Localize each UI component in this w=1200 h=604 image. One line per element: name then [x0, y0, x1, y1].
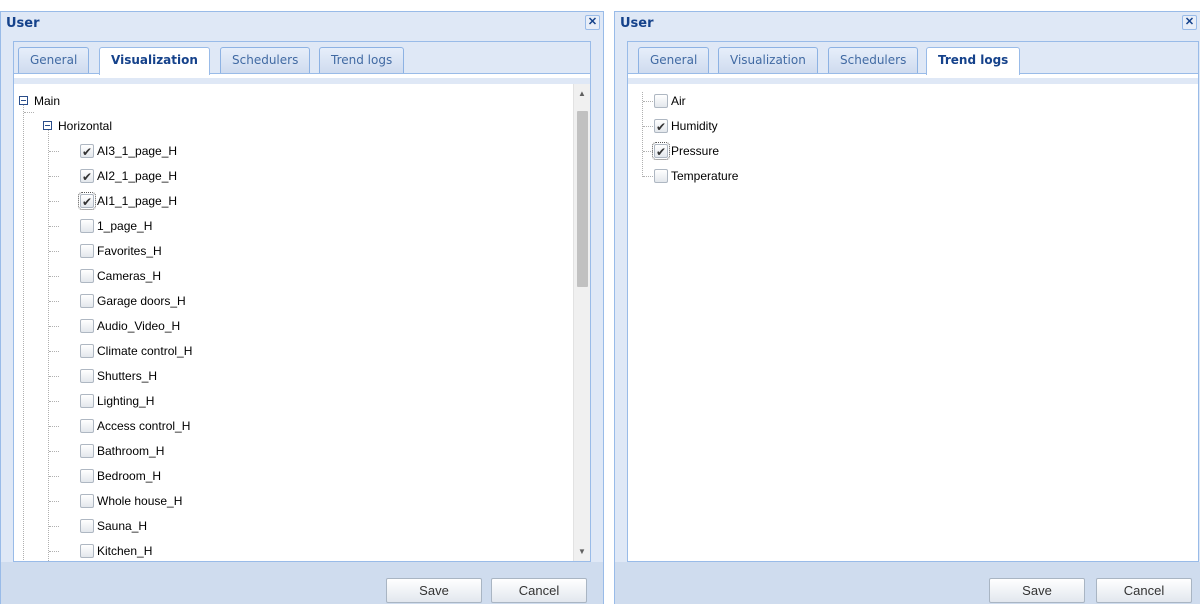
- tree-node-label: Horizontal: [58, 119, 113, 133]
- tree-item[interactable]: 1_page_H: [80, 215, 152, 237]
- checkbox[interactable]: [80, 468, 94, 483]
- trend-logs-list: Air Humidity Pressure Temperature: [627, 84, 1199, 562]
- dialog-footer: Save Cancel: [615, 562, 1200, 604]
- tree-item[interactable]: Audio_Video_H: [80, 315, 180, 337]
- visualization-tree: Main Horizontal AI3_1_page_H AI2_1_page_H…: [13, 84, 591, 562]
- close-icon[interactable]: ✕: [1182, 15, 1197, 30]
- scroll-down-arrow-icon[interactable]: ▼: [574, 544, 590, 560]
- tree-item-label: AI3_1_page_H: [97, 144, 178, 158]
- tree-item-label: Humidity: [671, 119, 718, 133]
- checkbox[interactable]: [80, 243, 94, 258]
- tree-node-label: Main: [34, 94, 61, 108]
- checkbox[interactable]: [80, 343, 94, 358]
- tree-item[interactable]: Sauna_H: [80, 515, 147, 537]
- checkbox[interactable]: [654, 168, 668, 183]
- tree-item-label: Climate control_H: [97, 344, 193, 358]
- checkbox[interactable]: [80, 293, 94, 308]
- tree-item-label: Favorites_H: [97, 244, 162, 258]
- tab-visualization[interactable]: Visualization: [99, 47, 210, 75]
- save-button[interactable]: Save: [386, 578, 482, 603]
- checkbox[interactable]: [80, 518, 94, 533]
- tree-item-label: Temperature: [671, 169, 739, 183]
- vertical-scrollbar[interactable]: ▲ ▼: [573, 84, 590, 561]
- tree-item-label: Air: [671, 94, 686, 108]
- tree-item[interactable]: Kitchen_H: [80, 540, 153, 561]
- tab-schedulers[interactable]: Schedulers: [828, 47, 919, 73]
- checkbox-checked[interactable]: [654, 116, 668, 138]
- dialog-title: User: [620, 16, 654, 31]
- tab-trend-logs[interactable]: Trend logs: [319, 47, 405, 73]
- tab-strip: General Visualization Schedulers Trend l…: [627, 41, 1199, 86]
- checkbox[interactable]: [80, 418, 94, 433]
- tree-item-label: AI2_1_page_H: [97, 169, 178, 183]
- checkbox[interactable]: [654, 93, 668, 108]
- tree-item[interactable]: AI1_1_page_H: [78, 190, 178, 213]
- user-dialog-visualization: User ✕ General Visualization Schedulers …: [0, 11, 604, 604]
- cancel-button[interactable]: Cancel: [1096, 578, 1192, 603]
- tree-item[interactable]: Humidity: [654, 115, 718, 138]
- tree-item-label: Access control_H: [97, 419, 191, 433]
- tree-item-label: Sauna_H: [97, 519, 148, 533]
- tree-item-label: 1_page_H: [97, 219, 153, 233]
- tree-item-label: Bedroom_H: [97, 469, 162, 483]
- tree-item[interactable]: Pressure: [652, 140, 720, 163]
- tree-item-label: AI1_1_page_H: [97, 194, 178, 208]
- checkbox[interactable]: [80, 218, 94, 233]
- tab-strip: General Visualization Schedulers Trend l…: [13, 41, 591, 86]
- tree-item[interactable]: Air: [654, 90, 686, 112]
- dialog-header: User ✕: [1, 12, 603, 34]
- checkbox[interactable]: [80, 543, 94, 558]
- collapse-icon[interactable]: [43, 121, 52, 131]
- scrollbar-thumb[interactable]: [577, 111, 588, 287]
- tree-item-label: Pressure: [671, 144, 720, 158]
- tree-item-label: Audio_Video_H: [97, 319, 181, 333]
- tree-item-label: Shutters_H: [97, 369, 158, 383]
- tree-item[interactable]: AI2_1_page_H: [80, 165, 178, 188]
- tree-item[interactable]: AI3_1_page_H: [80, 140, 178, 163]
- tab-visualization[interactable]: Visualization: [718, 47, 818, 73]
- tree-item[interactable]: Access control_H: [80, 415, 190, 437]
- tree-item-label: Bathroom_H: [97, 444, 165, 458]
- tree-node-horizontal[interactable]: Horizontal: [43, 115, 112, 137]
- collapse-icon[interactable]: [19, 96, 28, 106]
- tree-item[interactable]: Cameras_H: [80, 265, 161, 287]
- tab-general[interactable]: General: [18, 47, 90, 73]
- checkbox-checked[interactable]: [652, 141, 670, 163]
- checkbox[interactable]: [80, 443, 94, 458]
- dialog-footer: Save Cancel: [1, 562, 603, 604]
- tree-item[interactable]: Garage doors_H: [80, 290, 186, 312]
- tree-item[interactable]: Bathroom_H: [80, 440, 164, 462]
- dialog-header: User ✕: [615, 12, 1200, 34]
- checkbox-checked[interactable]: [80, 141, 94, 163]
- tree-item[interactable]: Temperature: [654, 165, 738, 187]
- checkbox[interactable]: [80, 493, 94, 508]
- tree-item[interactable]: Shutters_H: [80, 365, 157, 387]
- checkbox[interactable]: [80, 268, 94, 283]
- tab-general[interactable]: General: [638, 47, 710, 73]
- tree-item-label: Garage doors_H: [97, 294, 186, 308]
- tab-trend-logs[interactable]: Trend logs: [926, 47, 1021, 75]
- tree-item-label: Kitchen_H: [97, 544, 153, 558]
- checkbox-checked[interactable]: [80, 166, 94, 188]
- scroll-up-arrow-icon[interactable]: ▲: [574, 86, 590, 102]
- checkbox[interactable]: [80, 368, 94, 383]
- save-button[interactable]: Save: [989, 578, 1085, 603]
- tree-item[interactable]: Bedroom_H: [80, 465, 161, 487]
- tree-item-label: Whole house_H: [97, 494, 183, 508]
- cancel-button[interactable]: Cancel: [491, 578, 587, 603]
- tree-item[interactable]: Whole house_H: [80, 490, 182, 512]
- tree-item[interactable]: Favorites_H: [80, 240, 162, 262]
- checkbox-checked[interactable]: [78, 191, 96, 213]
- checkbox[interactable]: [80, 393, 94, 408]
- tab-schedulers[interactable]: Schedulers: [220, 47, 311, 73]
- tree-node-main[interactable]: Main: [19, 90, 60, 112]
- tree-item-label: Lighting_H: [97, 394, 155, 408]
- tree-item-label: Cameras_H: [97, 269, 162, 283]
- close-icon[interactable]: ✕: [585, 15, 600, 30]
- user-dialog-trend-logs: User ✕ General Visualization Schedulers …: [614, 11, 1200, 604]
- tree-item[interactable]: Lighting_H: [80, 390, 154, 412]
- tree-item[interactable]: Climate control_H: [80, 340, 192, 362]
- dialog-title: User: [6, 16, 40, 31]
- checkbox[interactable]: [80, 318, 94, 333]
